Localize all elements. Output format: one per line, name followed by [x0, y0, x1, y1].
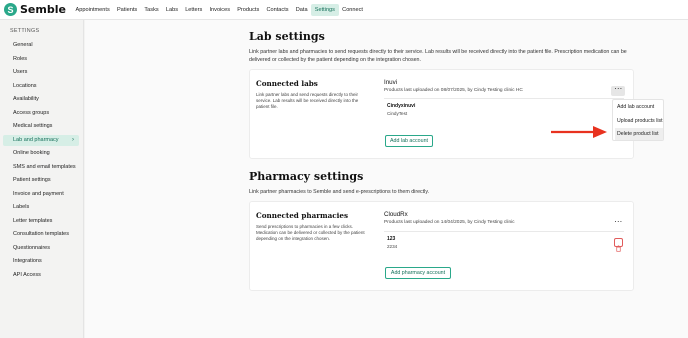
nav-connect[interactable]: Connect — [339, 4, 367, 16]
pharmacy-products-uploaded-info: Products last uploaded on 14/04/2025, by… — [384, 220, 515, 225]
main-nav: Appointments Patients Tasks Labs Letters… — [72, 0, 367, 20]
sidebar-item-availability[interactable]: Availability — [3, 94, 79, 105]
sidebar-item-integrations[interactable]: Integrations — [3, 256, 79, 267]
connected-labs-description: Link partner labs and send requests dire… — [256, 92, 374, 110]
pharmacy-account-id: 2234 — [387, 244, 398, 249]
pharmacy-settings-description: Link partner pharmacies to Semble and se… — [249, 189, 430, 195]
semble-logo-icon: S — [4, 3, 17, 16]
connected-pharmacies-description: Send prescriptions to pharmacies in a fe… — [256, 224, 374, 242]
nav-data[interactable]: Data — [292, 4, 311, 16]
lab-provider-name: Inuvi — [384, 79, 398, 86]
sidebar-item-patient-settings[interactable]: Patient settings — [3, 175, 79, 186]
sidebar-item-users[interactable]: Users — [3, 67, 79, 78]
nav-products[interactable]: Products — [234, 4, 263, 16]
menu-item-upload-products-list[interactable]: Upload products list — [615, 115, 663, 127]
sidebar-item-general[interactable]: General — [3, 40, 79, 51]
lab-account-name: Cindyxinuvi — [387, 103, 416, 109]
lab-settings-description-line-2: delivered or collected by the patient de… — [249, 57, 421, 63]
sidebar-item-invoice-payment[interactable]: Invoice and payment — [3, 189, 79, 200]
settings-sidebar: SETTINGS General Roles Users Locations A… — [0, 20, 84, 338]
sidebar-item-consultation-templates[interactable]: Consultation templates — [3, 229, 79, 240]
add-lab-account-button[interactable]: Add lab account — [385, 135, 433, 147]
pharmacy-account-name: 123 — [387, 236, 396, 242]
sidebar-item-letter-templates[interactable]: Letter templates — [3, 216, 79, 227]
sidebar-item-labels[interactable]: Labels — [3, 202, 79, 213]
sidebar-item-medical-settings[interactable]: Medical settings — [3, 121, 79, 132]
pharmacy-more-options-icon[interactable]: ⋯ — [611, 218, 625, 229]
sidebar-item-access-groups[interactable]: Access groups — [3, 108, 79, 119]
nav-settings[interactable]: Settings — [311, 3, 339, 16]
nav-appointments[interactable]: Appointments — [72, 4, 113, 16]
connected-pharmacies-description-line-3: depending on the integration chosen. — [256, 236, 331, 241]
sidebar-item-lab-and-pharmacy[interactable]: Lab and pharmacy › — [3, 134, 79, 146]
add-pharmacy-account-button[interactable]: Add pharmacy account — [385, 267, 451, 279]
sidebar-item-questionnaires[interactable]: Questionnaires — [3, 243, 79, 254]
nav-letters[interactable]: Letters — [182, 4, 206, 16]
nav-contacts[interactable]: Contacts — [263, 4, 292, 16]
sidebar-item-api-access[interactable]: API Access — [3, 270, 79, 281]
nav-invoices[interactable]: Invoices — [206, 4, 234, 16]
menu-item-delete-product-list[interactable]: Delete product list — [615, 128, 663, 140]
sidebar-item-online-booking[interactable]: Online booking — [3, 148, 79, 159]
lab-account-username: CindyTest — [387, 111, 408, 116]
sidebar-item-label: Lab and pharmacy — [13, 136, 59, 143]
top-navigation-bar: S Semble Appointments Patients Tasks Lab… — [0, 0, 688, 20]
sidebar-heading: SETTINGS — [10, 28, 40, 34]
pharmacy-divider — [384, 231, 624, 232]
connected-labs-description-line-3: patient file. — [256, 104, 278, 109]
chevron-right-icon: › — [72, 136, 74, 143]
connected-pharmacies-title: Connected pharmacies — [256, 211, 349, 220]
lab-divider — [384, 98, 624, 99]
lab-more-options-icon[interactable]: ⋯ — [611, 85, 625, 96]
sidebar-item-locations[interactable]: Locations — [3, 81, 79, 92]
pharmacy-settings-title: Pharmacy settings — [249, 170, 364, 183]
lab-products-uploaded-info: Products last uploaded on 08/07/2025, by… — [384, 88, 523, 93]
nav-labs[interactable]: Labs — [162, 4, 181, 16]
delete-pharmacy-account-button[interactable] — [614, 238, 623, 252]
lab-options-menu: Add lab account Upload products list Del… — [612, 99, 664, 141]
semble-logo[interactable]: S Semble — [4, 3, 66, 16]
sidebar-item-roles[interactable]: Roles — [3, 54, 79, 65]
lab-settings-title: Lab settings — [249, 30, 325, 43]
menu-item-add-lab-account[interactable]: Add lab account — [615, 101, 663, 113]
connected-labs-title: Connected labs — [256, 79, 318, 88]
pharmacy-provider-name: CloudRx — [384, 211, 408, 218]
trash-icon — [616, 245, 621, 252]
annotation-arrow-icon — [551, 126, 607, 138]
app-name: Semble — [20, 3, 66, 16]
lab-settings-description-line-1: Link partner labs and pharmacies to send… — [249, 49, 627, 55]
lab-settings-description: Link partner labs and pharmacies to send… — [249, 48, 639, 64]
sidebar-item-sms-email-templates[interactable]: SMS and email templates — [3, 162, 79, 173]
nav-tasks[interactable]: Tasks — [141, 4, 163, 16]
nav-patients[interactable]: Patients — [113, 4, 140, 16]
